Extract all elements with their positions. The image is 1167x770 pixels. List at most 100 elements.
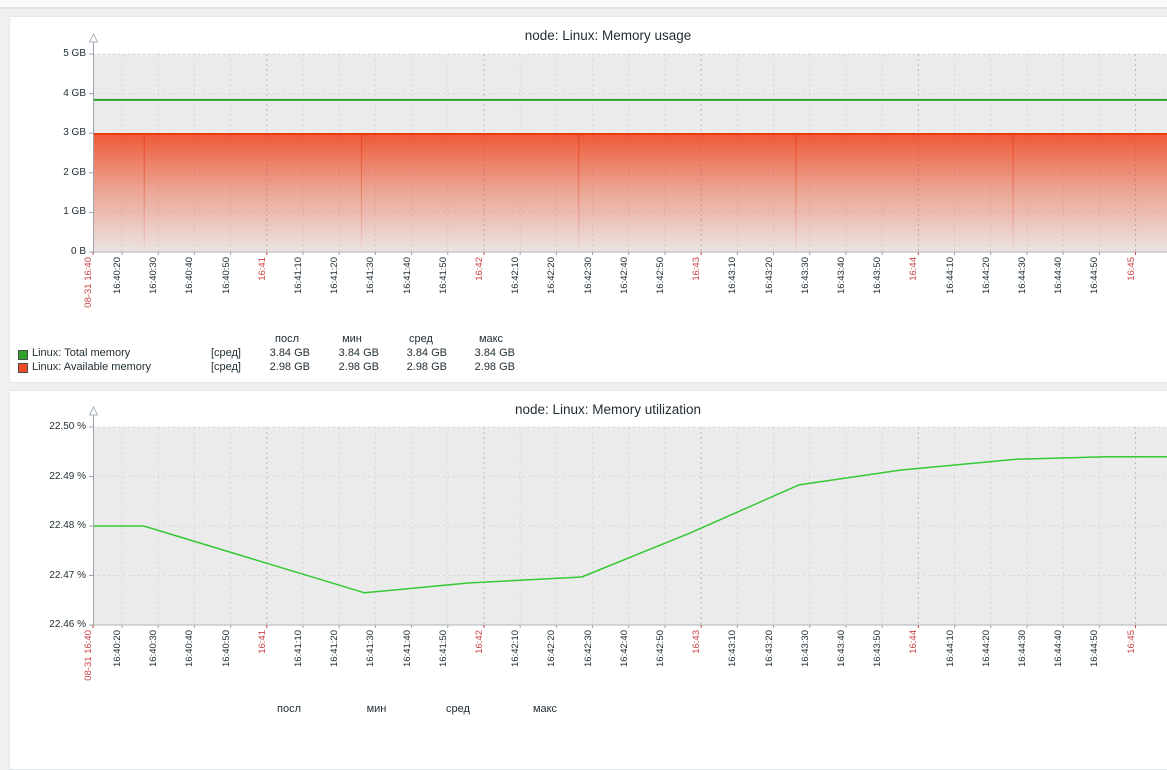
x-axis-label: 16:41:20 [329,257,341,294]
x-axis-label: 16:44:30 [1017,630,1029,667]
legend-stat-value: 3.84 GB [445,347,515,360]
y-axis-label: 22.50 % [16,421,86,433]
x-axis-label: 16:41:50 [438,630,450,667]
x-axis-label: 16:41:20 [329,630,341,667]
y-axis-label: 22.46 % [16,619,86,631]
x-axis-label: 16:41:30 [365,257,377,294]
x-axis-label: 16:44:50 [1089,630,1101,667]
x-axis-origin-label: 08-31 16:40 [83,257,95,308]
x-axis-label: 16:42:50 [655,630,667,667]
x-axis-label: 16:42:10 [510,630,522,667]
x-axis-label: 16:40:40 [184,257,196,294]
legend-swatch [18,363,28,373]
x-axis-label: 16:44:40 [1053,257,1065,294]
legend-swatch [18,350,28,360]
x-axis-label: 16:43:10 [727,630,739,667]
x-axis-label: 16:40:50 [221,630,233,667]
x-axis-label: 16:43:40 [836,630,848,667]
x-axis-label: 16:42:30 [583,257,595,294]
x-axis-label: 16:41:10 [293,257,305,294]
x-axis-label: 16:42:20 [546,257,558,294]
legend-stat-value: 2.98 GB [377,361,447,374]
legend-series-name: Linux: Total memory [32,347,130,360]
legend-column-header: мин [367,703,387,716]
x-axis-label: 16:41 [257,257,269,281]
y-axis-label: 22.47 % [16,570,86,582]
legend-column-header: сред [446,703,470,716]
x-axis-label: 16:44 [908,257,920,281]
x-axis-label: 16:40:30 [148,630,160,667]
x-axis-label: 16:42 [474,257,486,281]
memory-usage-plot-area[interactable] [93,54,1167,252]
x-axis-label: 16:40:30 [148,257,160,294]
x-axis-label: 16:42:10 [510,257,522,294]
y-axis-label: 5 GB [16,48,86,60]
x-axis-label: 16:40:50 [221,257,233,294]
legend-column-header: посл [277,703,301,716]
x-axis-label: 16:42:30 [583,630,595,667]
x-axis-label: 16:43 [691,257,703,281]
x-axis-label: 16:44:10 [945,630,957,667]
x-axis-label: 16:41:30 [365,630,377,667]
x-axis-label: 16:43:10 [727,257,739,294]
x-axis-label: 16:41:50 [438,257,450,294]
x-axis-label: 16:43:30 [800,630,812,667]
legend-column-header: макс [479,333,503,346]
legend-aggregation: [сред] [181,347,241,360]
x-axis-label: 16:42:40 [619,257,631,294]
x-axis-label: 16:43:20 [764,257,776,294]
x-axis-label: 16:44 [908,630,920,654]
y-axis-label: 3 GB [16,127,86,139]
chart-title-memory-usage: node: Linux: Memory usage [525,28,692,43]
x-axis-label: 16:41:40 [402,630,414,667]
x-axis-origin-label: 08-31 16:40 [83,630,95,681]
x-axis-label: 16:43:50 [872,630,884,667]
y-axis-label: 22.48 % [16,520,86,532]
legend-series-name: Linux: Available memory [32,361,151,374]
x-axis-label: 16:43:20 [764,630,776,667]
x-axis-label: 16:42:40 [619,630,631,667]
legend-column-header: посл [275,333,299,346]
x-axis-label: 16:44:50 [1089,257,1101,294]
y-axis-label: 4 GB [16,88,86,100]
legend-column-header: сред [409,333,433,346]
legend-stat-value: 3.84 GB [309,347,379,360]
x-axis-label: 16:40:40 [184,630,196,667]
x-axis-label: 16:44:20 [981,257,993,294]
x-axis-label: 16:40:20 [112,630,124,667]
x-axis-label: 16:45 [1126,257,1138,281]
x-axis-label: 16:43:30 [800,257,812,294]
x-axis-label: 16:44:10 [945,257,957,294]
legend-stat-value: 3.84 GB [240,347,310,360]
x-axis-label: 16:41:40 [402,257,414,294]
x-axis-label: 16:42:20 [546,630,558,667]
legend-stat-value: 2.98 GB [445,361,515,374]
legend-column-header: макс [533,703,557,716]
x-axis-label: 16:41:10 [293,630,305,667]
x-axis-label: 16:45 [1126,630,1138,654]
y-axis-label: 0 B [16,246,86,258]
memory-usage-graph-widget: node: Linux: Memory usage 5 GB 4 GB 3 GB 2 … [9,16,1167,383]
y-axis-label: 22.49 % [16,471,86,483]
x-axis-label: 16:43:40 [836,257,848,294]
chart-title-memory-utilization: node: Linux: Memory utilization [515,402,701,417]
x-axis-label: 16:40:20 [112,257,124,294]
x-axis-label: 16:41 [257,630,269,654]
y-axis-label: 1 GB [16,206,86,218]
x-axis-label: 16:42:50 [655,257,667,294]
memory-utilization-plot-area[interactable] [93,427,1167,625]
legend-stat-value: 2.98 GB [309,361,379,374]
page-header-strip [0,0,1167,9]
x-axis-label: 16:44:40 [1053,630,1065,667]
legend-stat-value: 2.98 GB [240,361,310,374]
legend-stat-value: 3.84 GB [377,347,447,360]
memory-utilization-graph-widget: node: Linux: Memory utilization 22.50 % 2… [9,390,1167,770]
x-axis-label: 16:43 [691,630,703,654]
x-axis-label: 16:43:50 [872,257,884,294]
x-axis-label: 16:44:30 [1017,257,1029,294]
x-axis-label: 16:44:20 [981,630,993,667]
x-axis-label: 16:42 [474,630,486,654]
legend-aggregation: [сред] [181,361,241,374]
y-axis-label: 2 GB [16,167,86,179]
legend-column-header: мин [342,333,362,346]
